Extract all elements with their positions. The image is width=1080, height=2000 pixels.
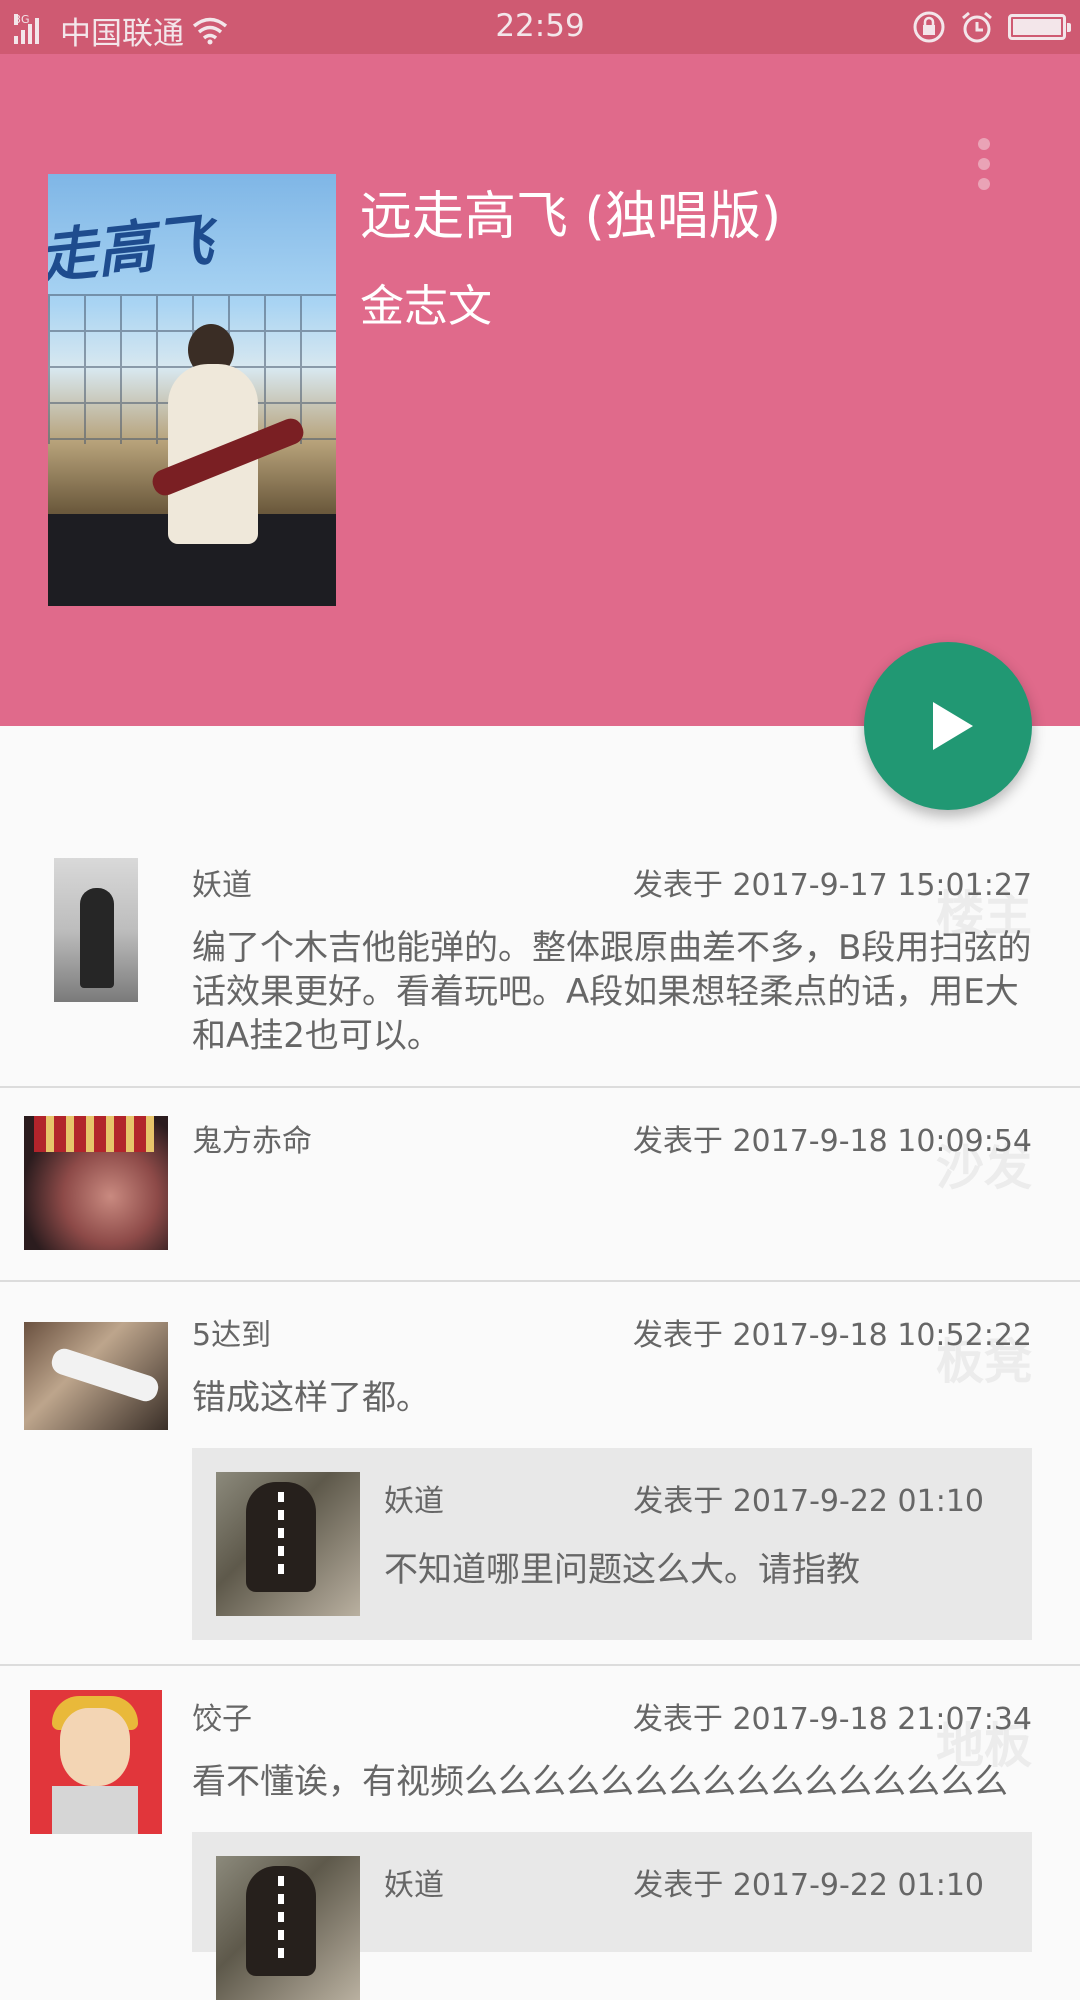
comment-item: 妖道 楼主 发表于 2017-9-17 15:01:27 编了个木吉他能弹的。整… [0, 834, 1080, 1088]
comment-time: 发表于 2017-9-18 10:52:22 [632, 1318, 1032, 1353]
avatar[interactable] [216, 1472, 360, 1616]
reply-user[interactable]: 妖道 [384, 1476, 444, 1520]
comment-text: 编了个木吉他能弹的。整体跟原曲差不多，B段用扫弦的话效果更好。看着玩吧。A段如果… [192, 928, 1032, 1056]
comment-text: 错成这样了都。 [192, 1378, 430, 1418]
reply-item: 妖道 发表于 2017-9-22 01:10 不知道哪里问题这么大。请指教 [192, 1448, 1032, 1640]
alarm-icon [962, 11, 992, 43]
cover-art-lettering: 走高飞 [48, 206, 216, 292]
status-bar: 3G 中国联通 22:59 [0, 0, 1080, 54]
comment-time: 发表于 2017-9-17 15:01:27 [632, 868, 1032, 903]
reply-time: 发表于 2017-9-22 01:10 [633, 1868, 984, 1903]
comment-user[interactable]: 饺子 [192, 1694, 252, 1738]
comment-time: 发表于 2017-9-18 10:09:54 [632, 1124, 1032, 1159]
comment-time: 发表于 2017-9-18 21:07:34 [632, 1702, 1032, 1737]
reply-time: 发表于 2017-9-22 01:10 [633, 1484, 984, 1519]
reply-user[interactable]: 妖道 [384, 1860, 444, 1904]
comment-text: 看不懂诶，有视频么么么么么么么么么么么么么么么么 [192, 1762, 1008, 1802]
play-button[interactable] [864, 642, 1032, 810]
battery-icon [1008, 14, 1071, 40]
song-header: 走高飞 远走高飞 (独唱版) 金志文 [0, 54, 1080, 726]
lock-rotation-icon [913, 11, 945, 43]
play-icon [933, 702, 973, 750]
comment-user[interactable]: 妖道 [192, 860, 252, 904]
comment-item: 鬼方赤命 沙发 发表于 2017-9-18 10:09:54 [0, 1088, 1080, 1282]
more-options-icon[interactable] [978, 138, 992, 192]
album-cover[interactable]: 走高飞 [48, 174, 336, 606]
song-title: 远走高飞 (独唱版) [360, 187, 782, 247]
comment-user[interactable]: 鬼方赤命 [192, 1116, 312, 1160]
comment-user[interactable]: 5达到 [192, 1310, 271, 1354]
comment-item: 饺子 地板 发表于 2017-9-18 21:07:34 看不懂诶，有视频么么么… [0, 1666, 1080, 2000]
avatar[interactable] [30, 1690, 162, 1834]
comment-item: 5达到 板凳 发表于 2017-9-18 10:52:22 错成这样了都。 妖道… [0, 1282, 1080, 1666]
reply-item: 妖道 发表于 2017-9-22 01:10 [192, 1832, 1032, 2000]
avatar[interactable] [54, 858, 138, 1002]
song-artist[interactable]: 金志文 [360, 270, 492, 334]
avatar[interactable] [24, 1116, 168, 1250]
avatar[interactable] [24, 1322, 168, 1430]
reply-text: 不知道哪里问题这么大。请指教 [384, 1550, 860, 1590]
avatar[interactable] [216, 1856, 360, 2000]
